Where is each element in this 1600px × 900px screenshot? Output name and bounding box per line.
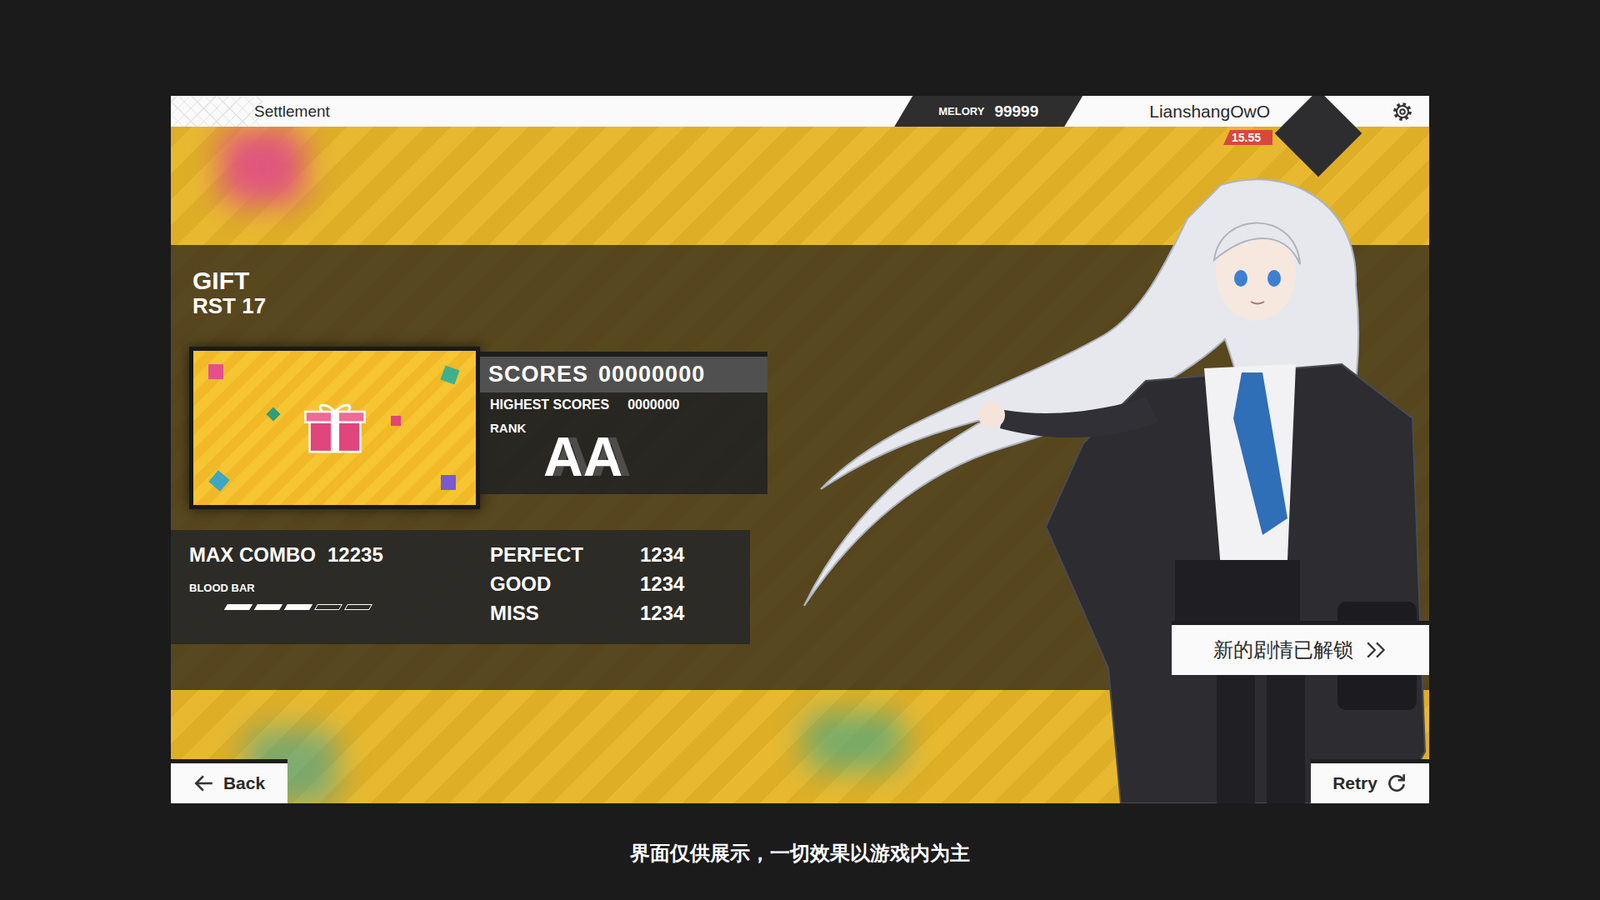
blood-segment [344,604,373,610]
judgement-row: GOOD 1234 [490,572,732,596]
max-combo-value: 12235 [327,543,384,567]
judgement-label: MISS [490,601,640,625]
max-combo-label: MAX COMBO [189,543,316,567]
username[interactable]: LianshangOwO [1149,101,1270,122]
stats-panel: MAX COMBO 12235 BLOOD BAR PERFECT 1234GO… [170,530,750,645]
score-card: SCORES 00000000 HIGHEST SCORES 0000000 R… [480,351,768,495]
judgement-value: 1234 [640,543,732,567]
character-illustration [754,168,1430,804]
judgement-value: 1234 [640,601,732,625]
retry-icon [1385,772,1408,795]
score-row: SCORES 00000000 [480,356,768,393]
avatar[interactable]: 15.55 [1276,95,1360,127]
highest-score-value: 0000000 [627,397,680,413]
combo-column: MAX COMBO 12235 BLOOD BAR [189,543,490,631]
judgement-list: PERFECT 1234GOOD 1234MISS 1234 [490,543,732,631]
score-label: SCORES [488,361,589,388]
currency-label: MELORY [938,105,985,118]
currency-display: MELORY 99999 [894,95,1083,127]
gear-icon[interactable] [1391,100,1414,123]
blood-bar-label: BLOOD BAR [189,581,490,595]
max-combo: MAX COMBO 12235 [189,543,490,567]
retry-label: Retry [1332,773,1378,794]
currency-value: 99999 [994,102,1039,121]
blood-segment [254,604,283,610]
back-label: Back [223,773,265,794]
judgement-row: PERFECT 1234 [490,543,732,567]
blood-bar [225,604,490,610]
back-button[interactable]: Back [170,759,288,804]
blood-segment [284,604,313,610]
score-value: 00000000 [598,361,705,388]
song-jacket [189,346,480,510]
highest-score-row: HIGHEST SCORES 0000000 [480,392,768,413]
rank-grade: AA [480,428,768,486]
settlement-screen: Settlement MELORY 99999 LianshangOwO 15.… [0,0,1600,900]
back-arrow-icon [193,772,215,795]
judgement-row: MISS 1234 [490,601,732,625]
judgement-value: 1234 [640,572,732,596]
gift-box-icon [303,400,367,455]
blood-segment [314,604,343,610]
retry-button[interactable]: Retry [1310,759,1430,804]
rating-badge: 15.55 [1223,130,1273,145]
double-chevron-icon [1365,640,1389,660]
rank-label: RANK [480,412,768,435]
story-unlocked-button[interactable]: 新的剧情已解锁 [1171,620,1430,675]
highest-score-label: HIGHEST SCORES [490,397,610,413]
page-title: Settlement [170,102,895,121]
top-bar: Settlement MELORY 99999 LianshangOwO 15.… [170,95,1430,127]
judgement-label: PERFECT [490,543,640,567]
settlement-panel: Settlement MELORY 99999 LianshangOwO 15.… [170,95,1430,804]
blood-segment [224,604,253,610]
disclaimer-caption: 界面仅供展示，一切效果以游戏内为主 [630,840,970,867]
story-unlocked-label: 新的剧情已解锁 [1213,636,1354,664]
judgement-label: GOOD [490,572,640,596]
